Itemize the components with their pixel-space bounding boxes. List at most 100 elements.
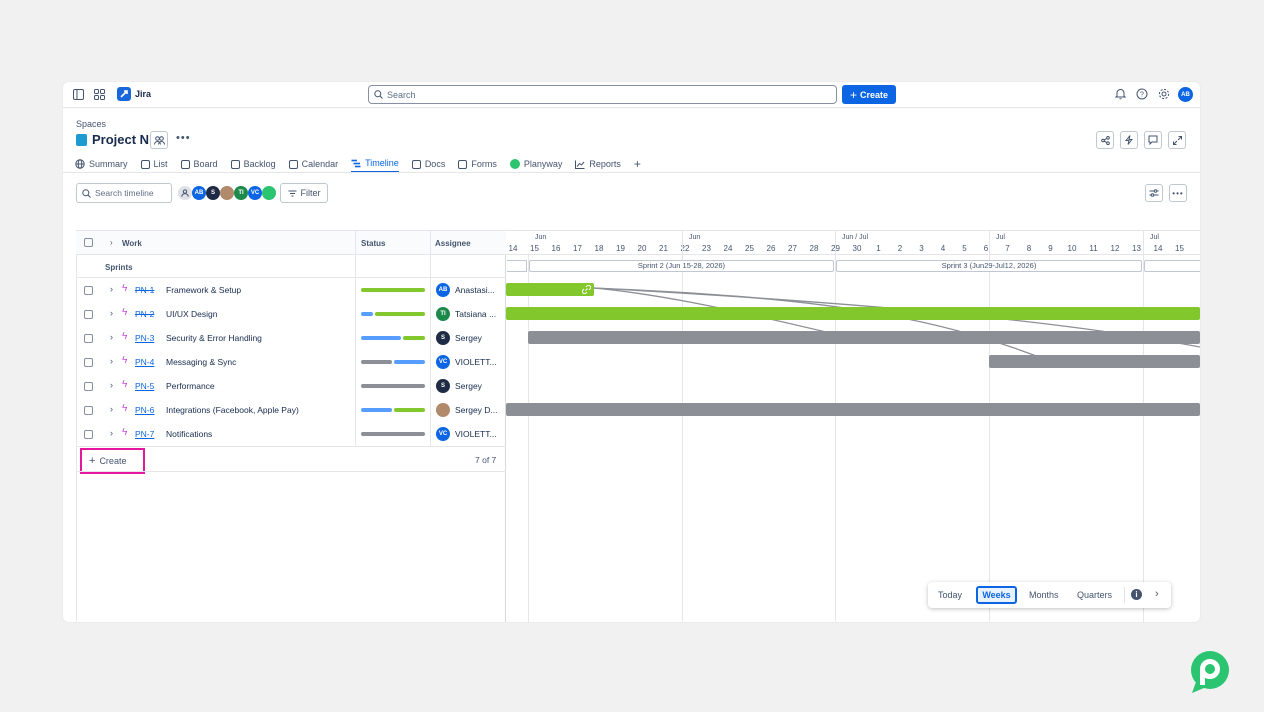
feedback-icon[interactable]	[1144, 131, 1162, 149]
expand-chevron-icon[interactable]: ›	[110, 428, 113, 438]
user-avatar[interactable]: AB	[1178, 87, 1193, 102]
issue-key-link[interactable]: PN-7	[135, 429, 154, 439]
filter-button[interactable]: Filter	[280, 183, 328, 203]
row-checkbox[interactable]	[84, 358, 93, 367]
sprint-previous[interactable]	[507, 260, 527, 272]
assignee-cell[interactable]: TI Tatsiana ...	[436, 307, 496, 321]
automation-lightning-icon[interactable]	[1120, 131, 1138, 149]
tab-docs[interactable]: Docs	[411, 155, 445, 173]
tab-timeline[interactable]: Timeline	[351, 155, 399, 173]
expand-chevron-icon[interactable]: ›	[110, 284, 113, 294]
work-item-row[interactable]: › ϟ PN-7 Notifications VC VIOLETT...	[76, 422, 506, 446]
work-item-row[interactable]: › ϟ PN-1 Framework & Setup AB Anastasi...	[76, 278, 506, 302]
issue-key-link[interactable]: PN-2	[135, 309, 154, 319]
issue-summary[interactable]: Notifications	[166, 429, 212, 439]
row-checkbox[interactable]	[84, 406, 93, 415]
issue-key-link[interactable]: PN-6	[135, 405, 154, 415]
row-checkbox[interactable]	[84, 334, 93, 343]
timeline-bar-pn-6[interactable]	[506, 403, 1200, 416]
issue-key-link[interactable]: PN-3	[135, 333, 154, 343]
app-switcher-icon[interactable]	[94, 89, 105, 100]
planyway-avatar-icon[interactable]	[262, 186, 276, 200]
expand-chevron-icon[interactable]: ›	[110, 380, 113, 390]
issue-key-link[interactable]: PN-5	[135, 381, 154, 391]
tab-backlog[interactable]: Backlog	[230, 155, 276, 173]
timeline-bar-pn-3[interactable]	[528, 331, 1200, 344]
notifications-bell-icon[interactable]	[1115, 88, 1126, 100]
issue-summary[interactable]: Security & Error Handling	[166, 333, 262, 343]
add-tab-button[interactable]: +	[634, 155, 641, 173]
search-timeline-input[interactable]: Search timeline	[76, 183, 172, 203]
link-icon[interactable]	[582, 285, 591, 294]
tab-reports[interactable]: Reports	[575, 155, 621, 173]
app-name[interactable]: Jira	[135, 89, 151, 99]
sprint-4[interactable]	[1144, 260, 1200, 272]
sprint-3[interactable]: Sprint 3 (Jun29-Jul12, 2026)	[836, 260, 1142, 272]
fullscreen-expand-icon[interactable]	[1168, 131, 1186, 149]
work-item-row[interactable]: › ϟ PN-2 UI/UX Design TI Tatsiana ...	[76, 302, 506, 326]
issue-key-link[interactable]: PN-1	[135, 285, 154, 295]
filter-avatar[interactable]: S	[206, 186, 220, 200]
view-settings-icon[interactable]	[1145, 184, 1163, 202]
share-icon[interactable]	[1096, 131, 1114, 149]
issue-summary[interactable]: Messaging & Sync	[166, 357, 236, 367]
help-icon[interactable]: ?	[1136, 88, 1148, 100]
timeline-bar-pn-1[interactable]	[506, 283, 594, 296]
weeks-button[interactable]: Weeks	[976, 586, 1017, 604]
filter-avatar[interactable]: VC	[248, 186, 262, 200]
quarters-button[interactable]: Quarters	[1077, 590, 1112, 600]
expand-all-chevron-icon[interactable]: ›	[110, 238, 113, 247]
assignee-cell[interactable]: AB Anastasi...	[436, 283, 495, 297]
project-people-icon[interactable]	[150, 131, 168, 149]
unassigned-avatar-icon[interactable]	[178, 186, 192, 200]
work-item-row[interactable]: › ϟ PN-6 Integrations (Facebook, Apple Pay)…	[76, 398, 506, 422]
select-all-checkbox[interactable]	[84, 238, 93, 247]
filter-avatar[interactable]: AB	[192, 186, 206, 200]
chevron-right-icon[interactable]: ›	[1155, 588, 1159, 600]
tab-calendar[interactable]: Calendar	[288, 155, 338, 173]
issue-summary[interactable]: UI/UX Design	[166, 309, 218, 319]
issue-key-link[interactable]: PN-4	[135, 357, 154, 367]
expand-chevron-icon[interactable]: ›	[110, 356, 113, 366]
tab-forms[interactable]: Forms	[458, 155, 497, 173]
tab-summary[interactable]: Summary	[75, 155, 128, 173]
filter-avatar[interactable]: TI	[234, 186, 248, 200]
tab-board[interactable]: Board	[180, 155, 218, 173]
assignee-cell[interactable]: S Sergey	[436, 331, 482, 345]
tab-planyway[interactable]: Planyway	[509, 155, 562, 173]
work-item-row[interactable]: › ϟ PN-3 Security & Error Handling S Sergey	[76, 326, 506, 350]
work-item-row[interactable]: › ϟ PN-4 Messaging & Sync VC VIOLETT...	[76, 350, 506, 374]
work-item-row[interactable]: › ϟ PN-5 Performance S Sergey	[76, 374, 506, 398]
filter-avatar-photo[interactable]	[220, 186, 234, 200]
timeline-bar-pn-4[interactable]	[989, 355, 1200, 368]
row-checkbox[interactable]	[84, 310, 93, 319]
expand-chevron-icon[interactable]: ›	[110, 308, 113, 318]
sprint-2[interactable]: Sprint 2 (Jun 15-28, 2026)	[529, 260, 834, 272]
issue-summary[interactable]: Performance	[166, 381, 215, 391]
global-search-input[interactable]: Search	[368, 85, 837, 104]
months-button[interactable]: Months	[1029, 590, 1059, 600]
breadcrumb[interactable]: Spaces	[76, 119, 106, 129]
expand-chevron-icon[interactable]: ›	[110, 404, 113, 414]
assignee-column-header[interactable]: Assignee	[435, 239, 471, 248]
timeline-more-icon[interactable]: •••	[1169, 184, 1187, 202]
assignee-cell[interactable]: S Sergey	[436, 379, 482, 393]
row-checkbox[interactable]	[84, 286, 93, 295]
expand-chevron-icon[interactable]: ›	[110, 332, 113, 342]
assignee-cell[interactable]: VC VIOLETT...	[436, 427, 497, 441]
timeline-bar-pn-2[interactable]	[506, 307, 1200, 320]
issue-summary[interactable]: Framework & Setup	[166, 285, 241, 295]
work-column-header[interactable]: Work	[122, 239, 142, 248]
tab-list[interactable]: List	[140, 155, 168, 173]
row-checkbox[interactable]	[84, 430, 93, 439]
assignee-cell[interactable]: Sergey D...	[436, 403, 498, 417]
status-column-header[interactable]: Status	[361, 239, 385, 248]
jira-logo-icon[interactable]	[117, 87, 131, 101]
sidebar-toggle-icon[interactable]	[73, 89, 84, 100]
more-options-icon[interactable]: •••	[176, 132, 191, 144]
row-checkbox[interactable]	[84, 382, 93, 391]
assignee-cell[interactable]: VC VIOLETT...	[436, 355, 497, 369]
today-button[interactable]: Today	[938, 590, 962, 600]
create-button[interactable]: + Create	[842, 85, 896, 104]
settings-gear-icon[interactable]	[1158, 88, 1170, 100]
